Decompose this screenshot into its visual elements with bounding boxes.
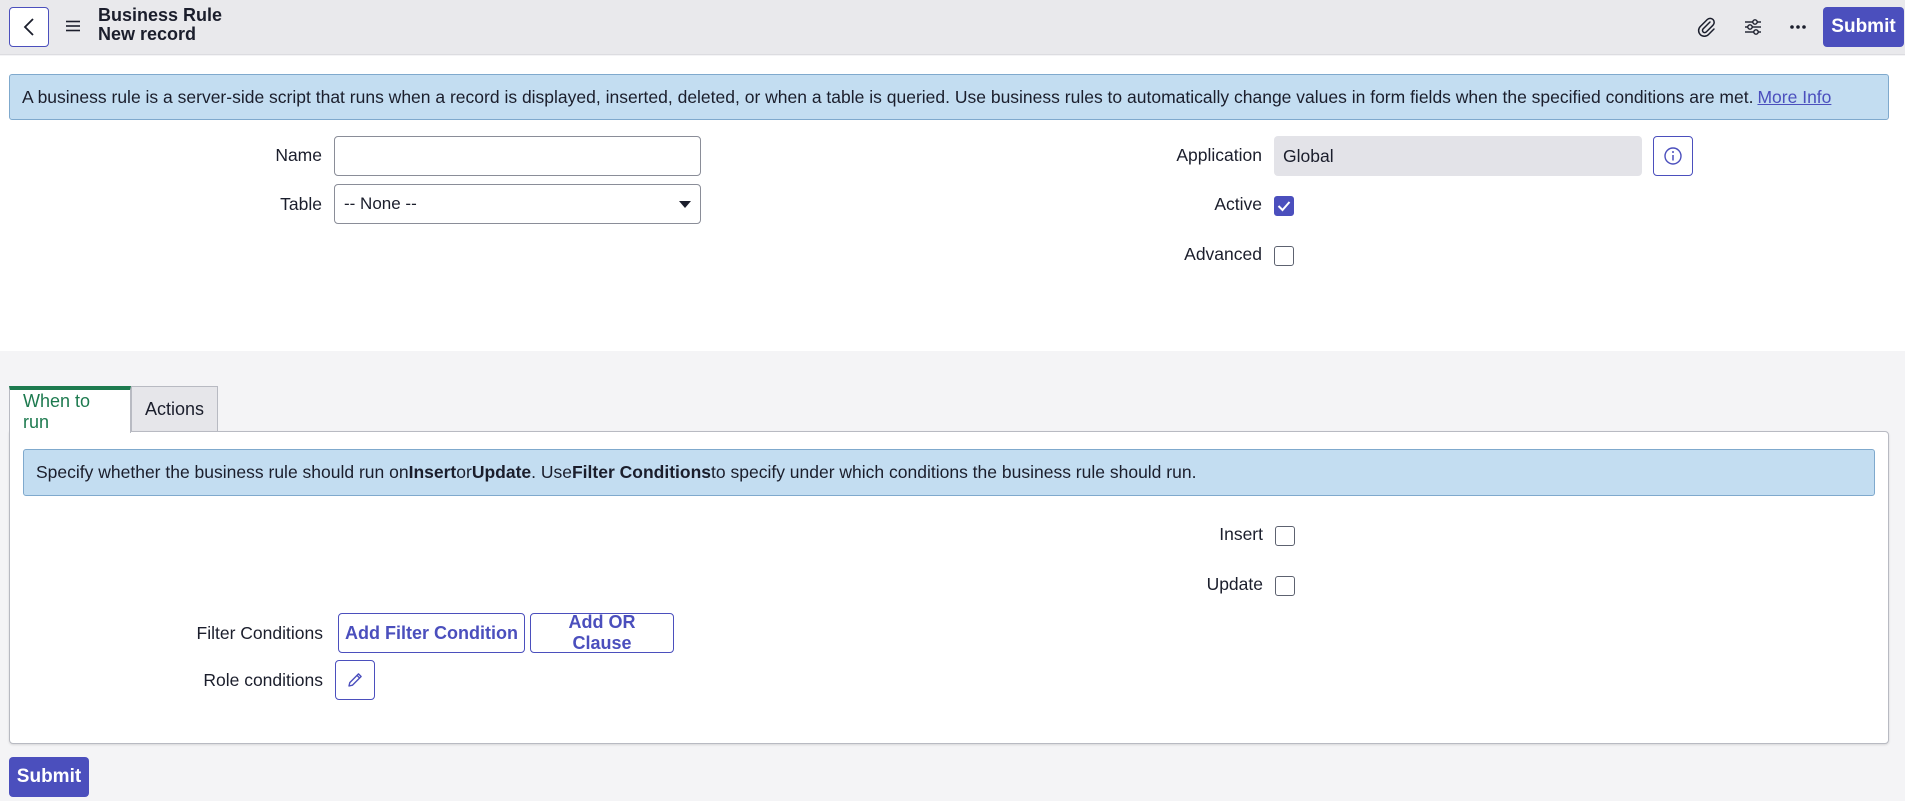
name-label: Name <box>275 145 322 165</box>
banner-text-part: to specify under which conditions the bu… <box>711 462 1197 482</box>
more-icon <box>1790 25 1806 29</box>
tab-when-to-run[interactable]: When to run <box>9 386 131 433</box>
settings-sliders-icon <box>1745 19 1761 35</box>
name-input[interactable] <box>334 136 701 176</box>
back-button[interactable] <box>9 7 49 47</box>
active-label: Active <box>1214 194 1262 214</box>
checkmark-icon <box>1277 201 1291 212</box>
application-label: Application <box>1176 145 1262 165</box>
update-label: Update <box>1206 574 1263 594</box>
more-options-button[interactable] <box>1784 13 1812 41</box>
role-conditions-label: Role conditions <box>203 670 323 690</box>
banner-text-part: or <box>456 462 472 482</box>
insert-checkbox[interactable] <box>1275 526 1295 546</box>
submit-button-bottom[interactable]: Submit <box>9 757 89 797</box>
banner-bold-insert: Insert <box>408 462 457 482</box>
more-info-link[interactable]: More Info <box>1757 87 1831 108</box>
form-settings-button[interactable] <box>1739 13 1767 41</box>
info-icon <box>1664 147 1682 165</box>
page-title: Business Rule <box>98 5 223 25</box>
add-or-clause-button[interactable]: Add OR Clause <box>530 612 674 653</box>
application-field: Global <box>1274 136 1642 176</box>
submit-button-top[interactable]: Submit <box>1823 7 1904 47</box>
page-title-block: Business Rule New record <box>98 6 222 44</box>
application-value: Global <box>1283 145 1334 166</box>
application-info-button[interactable] <box>1653 136 1693 176</box>
filter-conditions-label: Filter Conditions <box>196 623 323 643</box>
role-conditions-edit-button[interactable] <box>335 660 375 700</box>
paperclip-icon <box>1697 17 1715 37</box>
info-banner-text: A business rule is a server-side script … <box>22 86 1754 107</box>
tab-actions[interactable]: Actions <box>131 386 218 432</box>
menu-icon[interactable] <box>64 17 82 35</box>
banner-bold-filter-conditions: Filter Conditions <box>571 462 712 482</box>
when-to-run-banner: Specify whether the business rule should… <box>23 449 1875 496</box>
table-label: Table <box>280 194 322 214</box>
page-subtitle: New record <box>98 24 197 44</box>
back-icon <box>23 18 34 36</box>
insert-label: Insert <box>1219 524 1263 544</box>
form-header: Business Rule New record Submit <box>0 0 1905 55</box>
when-to-run-panel: Specify whether the business rule should… <box>9 431 1889 744</box>
banner-bold-update: Update <box>471 462 532 482</box>
update-checkbox[interactable] <box>1275 576 1295 596</box>
active-checkbox[interactable] <box>1274 196 1294 216</box>
table-select-value: -- None -- <box>344 194 417 213</box>
table-select[interactable]: -- None -- <box>334 184 701 224</box>
banner-text-part: . Use <box>531 462 572 482</box>
add-filter-condition-button[interactable]: Add Filter Condition <box>338 613 525 653</box>
form-content: A business rule is a server-side script … <box>0 56 1905 351</box>
chevron-down-icon <box>679 200 691 208</box>
pencil-icon <box>348 673 362 687</box>
advanced-checkbox[interactable] <box>1274 246 1294 266</box>
info-banner: A business rule is a server-side script … <box>9 74 1889 120</box>
attachment-button[interactable] <box>1692 13 1720 41</box>
banner-text-part: Specify whether the business rule should… <box>36 462 409 482</box>
advanced-label: Advanced <box>1184 244 1262 264</box>
